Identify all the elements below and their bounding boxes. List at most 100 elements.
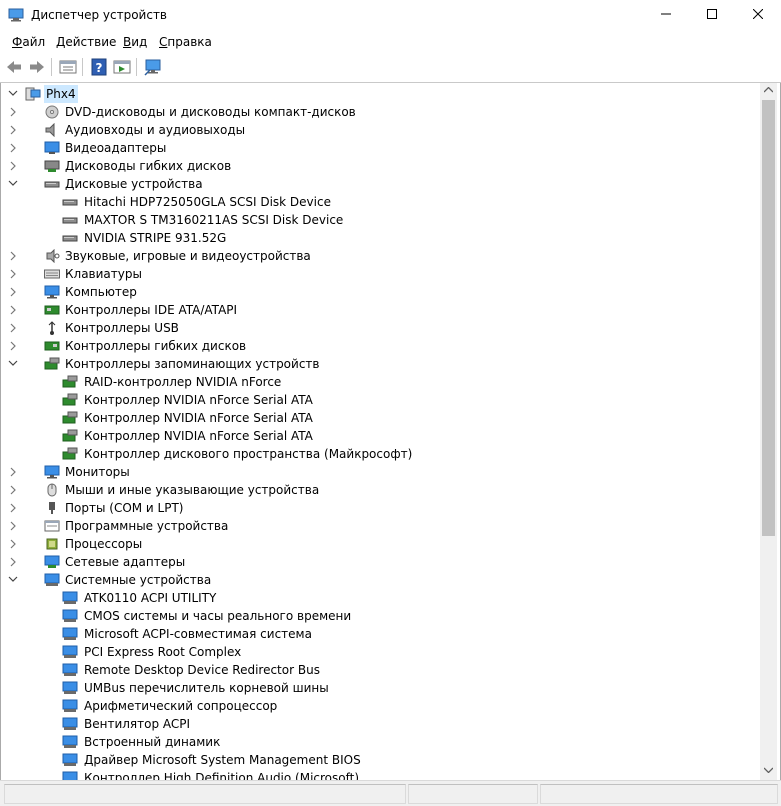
tree-category[interactable]: Мониторы — [1, 463, 759, 481]
chevron-right-icon[interactable] — [7, 463, 19, 481]
vertical-scrollbar[interactable] — [760, 83, 777, 780]
chevron-down-icon[interactable] — [7, 355, 19, 373]
network-adapter-icon — [44, 555, 60, 569]
tree-device[interactable]: NVIDIA STRIPE 931.52G — [1, 229, 759, 247]
tree-category[interactable]: Дисковые устройства — [1, 175, 759, 193]
tree-item-label: ATK0110 ACPI UTILITY — [84, 591, 217, 605]
tree-category[interactable]: Процессоры — [1, 535, 759, 553]
menu-view[interactable]: Вид — [123, 35, 147, 49]
chevron-right-icon[interactable] — [7, 283, 19, 301]
tree-device[interactable]: RAID-контроллер NVIDIA nForce — [1, 373, 759, 391]
minimize-button[interactable] — [643, 0, 689, 31]
device-tree[interactable]: Phx4 DVD-дисководы и дисководы компакт-д… — [1, 83, 759, 780]
tree-category[interactable]: Мыши и иные указывающие устройства — [1, 481, 759, 499]
tree-item-label: Контроллер High Definition Audio (Micros… — [84, 771, 360, 780]
chevron-right-icon[interactable] — [7, 517, 19, 535]
tree-category[interactable]: Контроллеры USB — [1, 319, 759, 337]
tree-category[interactable]: Порты (COM и LPT) — [1, 499, 759, 517]
tree-device[interactable]: Контроллер NVIDIA nForce Serial ATA — [1, 391, 759, 409]
close-icon — [752, 8, 764, 20]
tree-device[interactable]: Арифметический сопроцессор — [1, 697, 759, 715]
chevron-right-icon[interactable] — [7, 139, 19, 157]
scroll-thumb[interactable] — [762, 100, 775, 536]
tree-device[interactable]: PCI Express Root Complex — [1, 643, 759, 661]
tree-root[interactable]: Phx4 — [1, 85, 759, 103]
tree-device[interactable]: Remote Desktop Device Redirector Bus — [1, 661, 759, 679]
chevron-right-icon[interactable] — [7, 157, 19, 175]
scroll-up-arrow[interactable] — [760, 83, 777, 100]
system-device-icon — [62, 735, 78, 749]
menu-action[interactable]: Действие — [56, 35, 116, 49]
tree-category[interactable]: Сетевые адаптеры — [1, 553, 759, 571]
tree-category[interactable]: Звуковые, игровые и видеоустройства — [1, 247, 759, 265]
tree-device[interactable]: ATK0110 ACPI UTILITY — [1, 589, 759, 607]
help-button[interactable]: ? — [89, 57, 109, 77]
tree-device[interactable]: Контроллер дискового пространства (Майкр… — [1, 445, 759, 463]
tree-device[interactable]: Вентилятор ACPI — [1, 715, 759, 733]
scan-hardware-button[interactable] — [143, 57, 163, 77]
system-device-icon — [62, 771, 78, 780]
tree-item-label: Контроллеры IDE ATA/ATAPI — [65, 303, 238, 317]
tree-device[interactable]: UMBus перечислитель корневой шины — [1, 679, 759, 697]
scroll-down-arrow[interactable] — [760, 763, 777, 780]
device-manager-icon — [8, 8, 24, 22]
tree-category[interactable]: Контроллеры IDE ATA/ATAPI — [1, 301, 759, 319]
tree-category[interactable]: Дисководы гибких дисков — [1, 157, 759, 175]
minimize-icon — [661, 13, 671, 15]
tree-item-label: Контроллер NVIDIA nForce Serial ATA — [84, 429, 313, 443]
tree-device[interactable]: MAXTOR S TM3160211AS SCSI Disk Device — [1, 211, 759, 229]
chevron-down-icon[interactable] — [7, 571, 19, 589]
chevron-right-icon[interactable] — [7, 319, 19, 337]
usb-icon — [44, 321, 60, 335]
back-button[interactable] — [4, 57, 24, 77]
chevron-right-icon[interactable] — [7, 553, 19, 571]
chevron-right-icon[interactable] — [7, 121, 19, 139]
tree-device[interactable]: Встроенный динамик — [1, 733, 759, 751]
tree-category[interactable]: Системные устройства — [1, 571, 759, 589]
properties-button[interactable] — [58, 57, 78, 77]
maximize-button[interactable] — [689, 0, 735, 31]
storage-controller-icon — [62, 447, 78, 461]
tree-category[interactable]: Программные устройства — [1, 517, 759, 535]
storage-controller-icon — [62, 411, 78, 425]
tree-device[interactable]: CMOS системы и часы реального времени — [1, 607, 759, 625]
status-pane-3 — [540, 784, 778, 804]
chevron-right-icon[interactable] — [7, 301, 19, 319]
keyboard-icon — [44, 267, 60, 281]
system-device-icon — [44, 573, 60, 587]
chevron-right-icon[interactable] — [7, 535, 19, 553]
menu-action-label: ействие — [65, 35, 117, 49]
forward-button[interactable] — [27, 57, 47, 77]
menu-file[interactable]: Файл — [12, 35, 45, 49]
tree-category[interactable]: Видеоадаптеры — [1, 139, 759, 157]
chevron-right-icon[interactable] — [7, 103, 19, 121]
chevron-down-icon[interactable] — [7, 85, 19, 103]
forward-icon — [30, 61, 44, 73]
tree-device[interactable]: Контроллер NVIDIA nForce Serial ATA — [1, 409, 759, 427]
chevron-right-icon[interactable] — [7, 481, 19, 499]
title-bar[interactable]: Диспетчер устройств — [0, 0, 781, 31]
tree-category[interactable]: Компьютер — [1, 283, 759, 301]
tree-item-label: Сетевые адаптеры — [65, 555, 186, 569]
chevron-right-icon[interactable] — [7, 265, 19, 283]
tree-item-label: Звуковые, игровые и видеоустройства — [65, 249, 311, 263]
tree-device[interactable]: Драйвер Microsoft System Management BIOS — [1, 751, 759, 769]
toolbar-separator — [82, 58, 83, 76]
close-button[interactable] — [735, 0, 781, 31]
tree-device[interactable]: Hitachi HDP725050GLA SCSI Disk Device — [1, 193, 759, 211]
tree-category[interactable]: Контроллеры гибких дисков — [1, 337, 759, 355]
chevron-right-icon[interactable] — [7, 247, 19, 265]
tree-category[interactable]: Контроллеры запоминающих устройств — [1, 355, 759, 373]
chevron-right-icon[interactable] — [7, 337, 19, 355]
tree-root-label: Phx4 — [44, 85, 78, 103]
tree-category[interactable]: Клавиатуры — [1, 265, 759, 283]
chevron-right-icon[interactable] — [7, 499, 19, 517]
update-driver-button[interactable] — [112, 57, 132, 77]
chevron-down-icon[interactable] — [7, 175, 19, 193]
menu-help[interactable]: Справка — [159, 35, 212, 49]
tree-device[interactable]: Microsoft ACPI-совместимая система — [1, 625, 759, 643]
tree-device[interactable]: Контроллер High Definition Audio (Micros… — [1, 769, 759, 780]
tree-device[interactable]: Контроллер NVIDIA nForce Serial ATA — [1, 427, 759, 445]
tree-category[interactable]: Аудиовходы и аудиовыходы — [1, 121, 759, 139]
tree-category[interactable]: DVD-дисководы и дисководы компакт-дисков — [1, 103, 759, 121]
